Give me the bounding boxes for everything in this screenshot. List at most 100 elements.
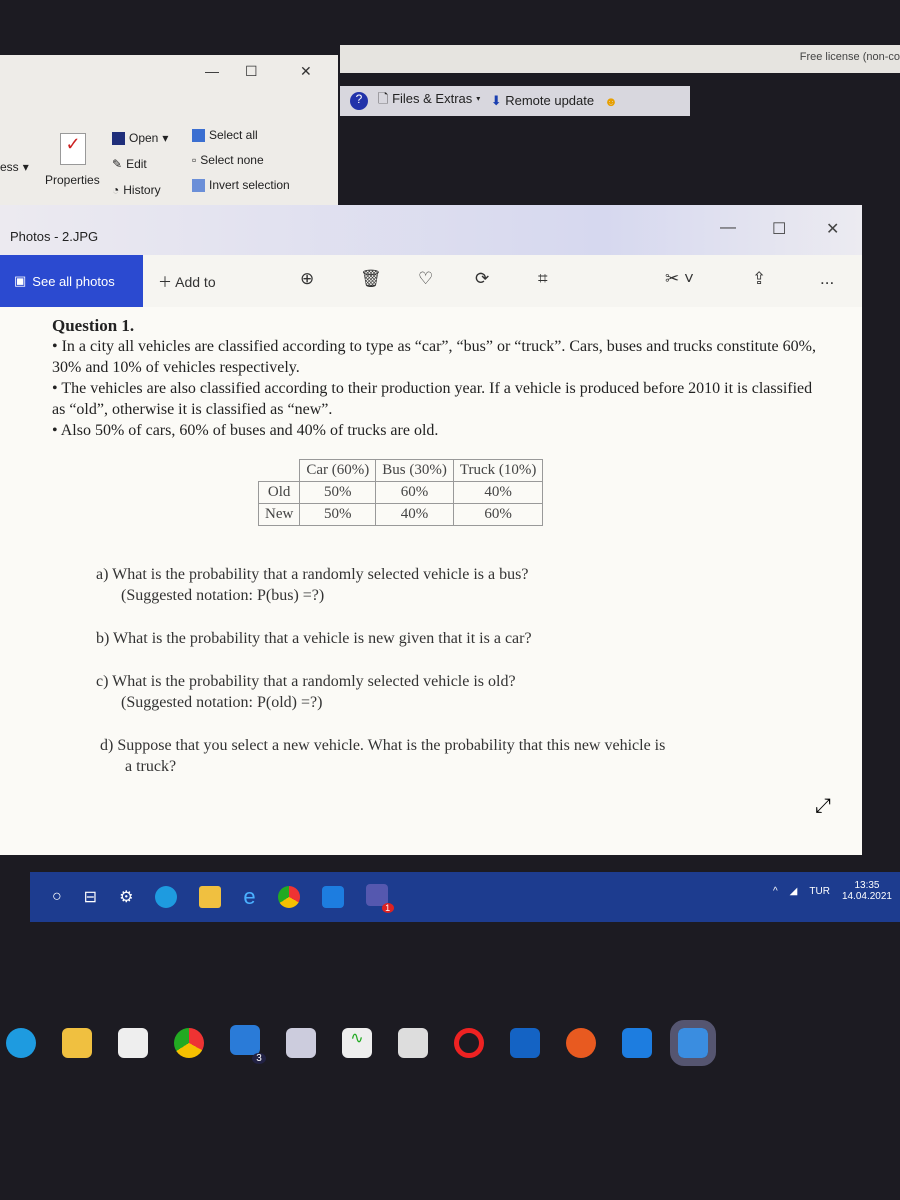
close-button[interactable]: ✕ [826, 219, 839, 239]
table-header-row: Car (60%) Bus (30%) Truck (10%) [259, 459, 544, 482]
edit-icon: ✎ [112, 157, 123, 171]
more-button[interactable]: ... [820, 269, 834, 289]
maximize-button[interactable]: ☐ [772, 219, 786, 239]
show-hidden-icons[interactable]: ^ [773, 886, 778, 897]
header-cell: Car (60%) [299, 459, 377, 482]
select-none-label: Select none [200, 153, 264, 167]
delete-icon[interactable]: 🗑 [360, 269, 382, 289]
question-document: Question 1. • In a city all vehicles are… [52, 315, 822, 777]
question-text-cont: a truck? [125, 758, 177, 775]
open-icon [112, 131, 125, 145]
task-view-icon[interactable]: ⊟ [84, 887, 97, 907]
title-bar: Photos - 2.JPG — ☐ ✕ [0, 205, 862, 255]
question-hint: (Suggested notation: P(bus) =?) [121, 587, 325, 604]
file-icon: 🗋 [378, 91, 389, 106]
table-row: Old 50% 60% 40% [257, 481, 544, 504]
cell: 60% [375, 481, 454, 504]
row-label: Old [257, 481, 301, 504]
select-all-button[interactable]: Select all [192, 128, 258, 142]
see-all-photos-button[interactable]: ▣ See all photos [0, 255, 143, 307]
files-extras-button[interactable]: 🗋 Files & Extras ▾ [378, 90, 481, 112]
teamviewer-icon[interactable] [622, 1027, 652, 1058]
invert-selection-label: Invert selection [209, 178, 290, 192]
settings-icon[interactable]: ⚙ [119, 887, 133, 907]
language-indicator[interactable]: TUR [809, 886, 830, 897]
see-all-label: See all photos [32, 273, 115, 289]
select-all-icon [192, 128, 205, 142]
select-none-button[interactable]: ▫ Select none [192, 153, 264, 167]
photos-icon[interactable] [670, 1019, 716, 1066]
maximize-button[interactable]: ☐ [245, 63, 258, 80]
cell: 60% [452, 503, 544, 526]
vehicle-table: Car (60%) Bus (30%) Truck (10%) Old 50% 60% 4… [257, 459, 544, 526]
bullet-text: • In a city all vehicles are classified … [52, 338, 816, 376]
sticky-notes-icon[interactable] [398, 1027, 428, 1058]
edge-icon[interactable] [6, 1027, 36, 1058]
folder-icon[interactable] [62, 1027, 92, 1058]
question-text: b) What is the probability that a vehicl… [96, 630, 532, 647]
edit-button[interactable]: ✎ Edit [112, 157, 147, 171]
share-icon[interactable]: ⇪ [752, 269, 766, 289]
photos-toolbar: ▣ See all photos ＋ Add to ⊕ 🗑 ♡ ⟳ ⌗ ✂ ˅ ⇪… [0, 255, 862, 307]
rotate-icon[interactable]: ⟳ [475, 269, 489, 289]
mail-logo [230, 1025, 260, 1055]
license-text: Free license (non-co [799, 51, 900, 63]
teamviewer-icon[interactable] [321, 886, 344, 908]
properties-label: Properties [45, 173, 100, 187]
bullet-text: • Also 50% of cars, 60% of buses and 40%… [52, 422, 439, 439]
help-icon[interactable]: ? [350, 92, 368, 110]
row-label: New [257, 503, 301, 526]
open-label: Open [129, 131, 159, 145]
store-icon[interactable] [118, 1027, 148, 1058]
close-button[interactable]: ✕ [300, 63, 312, 80]
chrome-icon[interactable] [277, 886, 300, 908]
crop-icon[interactable]: ⌗ [538, 269, 548, 289]
question-text: a) What is the probability that a random… [96, 566, 529, 583]
date: 14.04.2021 [841, 891, 892, 902]
file-explorer-window: — ☐ ✕ ess ▾ Properties ✓ Open ▾ ✎ Edit ◔ Hi… [0, 55, 338, 210]
properties-icon: ✓ [60, 133, 86, 165]
window-title: Photos - 2.JPG [10, 229, 99, 244]
opera-icon[interactable] [454, 1027, 484, 1058]
smiley-icon[interactable]: ☻ [604, 94, 618, 109]
remote-update-label: Remote update [505, 93, 595, 108]
add-to-button[interactable]: ＋ Add to [158, 272, 216, 292]
network-icon[interactable]: ◢ [790, 886, 798, 897]
bullet-text: • The vehicles are also classified accor… [52, 380, 813, 418]
photos-window: Photos - 2.JPG — ☐ ✕ ▣ See all photos ＋ A… [0, 205, 862, 855]
remote-update-button[interactable]: ⬇ Remote update [491, 93, 594, 109]
l-app-icon[interactable] [566, 1027, 596, 1058]
question-d: d) Suppose that you select a new vehicle… [100, 735, 822, 777]
taskbar: ○ ⊟ ⚙ e 1 ^ ◢ TUR 13:35 14.04.2021 [30, 872, 900, 922]
chrome-icon[interactable] [174, 1027, 204, 1058]
properties-button[interactable]: Properties [45, 173, 100, 187]
invert-selection-button[interactable]: Invert selection [192, 178, 290, 192]
partial-ribbon-item[interactable]: ess ▾ [0, 160, 29, 174]
outlook-icon[interactable] [510, 1027, 540, 1058]
open-button[interactable]: Open ▾ [112, 131, 168, 145]
heart-icon[interactable]: ♡ [418, 269, 433, 289]
question-hint: (Suggested notation: P(old) =?) [121, 694, 323, 711]
minimize-button[interactable]: — [720, 219, 736, 237]
history-button[interactable]: ◔ History [112, 183, 161, 197]
minimize-button[interactable]: — [205, 63, 219, 79]
edit-create-icon[interactable]: ✂ ˅ [665, 269, 694, 289]
resource-monitor-icon[interactable]: ∿ [342, 1027, 372, 1058]
cell: 40% [452, 481, 544, 504]
folder-icon[interactable] [199, 886, 222, 908]
resize-icon[interactable]: ⤢ [815, 795, 831, 818]
mail-icon[interactable]: 3 [230, 1025, 266, 1064]
system-tray: ^ ◢ TUR 13:35 14.04.2021 [773, 880, 892, 902]
clock[interactable]: 13:35 14.04.2021 [842, 880, 892, 902]
cell: 50% [299, 503, 377, 526]
question-c: c) What is the probability that a random… [96, 671, 822, 713]
edge-icon[interactable] [155, 886, 178, 908]
header-cell: Bus (30%) [375, 459, 454, 482]
snipping-tool-icon[interactable] [286, 1027, 316, 1058]
select-none-icon: ▫ [192, 153, 197, 167]
zoom-icon[interactable]: ⊕ [300, 269, 314, 289]
files-extras-label: Files & Extras [392, 91, 473, 106]
teams-icon[interactable]: 1 [365, 883, 394, 913]
search-circle-icon[interactable]: ○ [52, 888, 62, 906]
internet-explorer-icon[interactable]: e [243, 884, 255, 910]
